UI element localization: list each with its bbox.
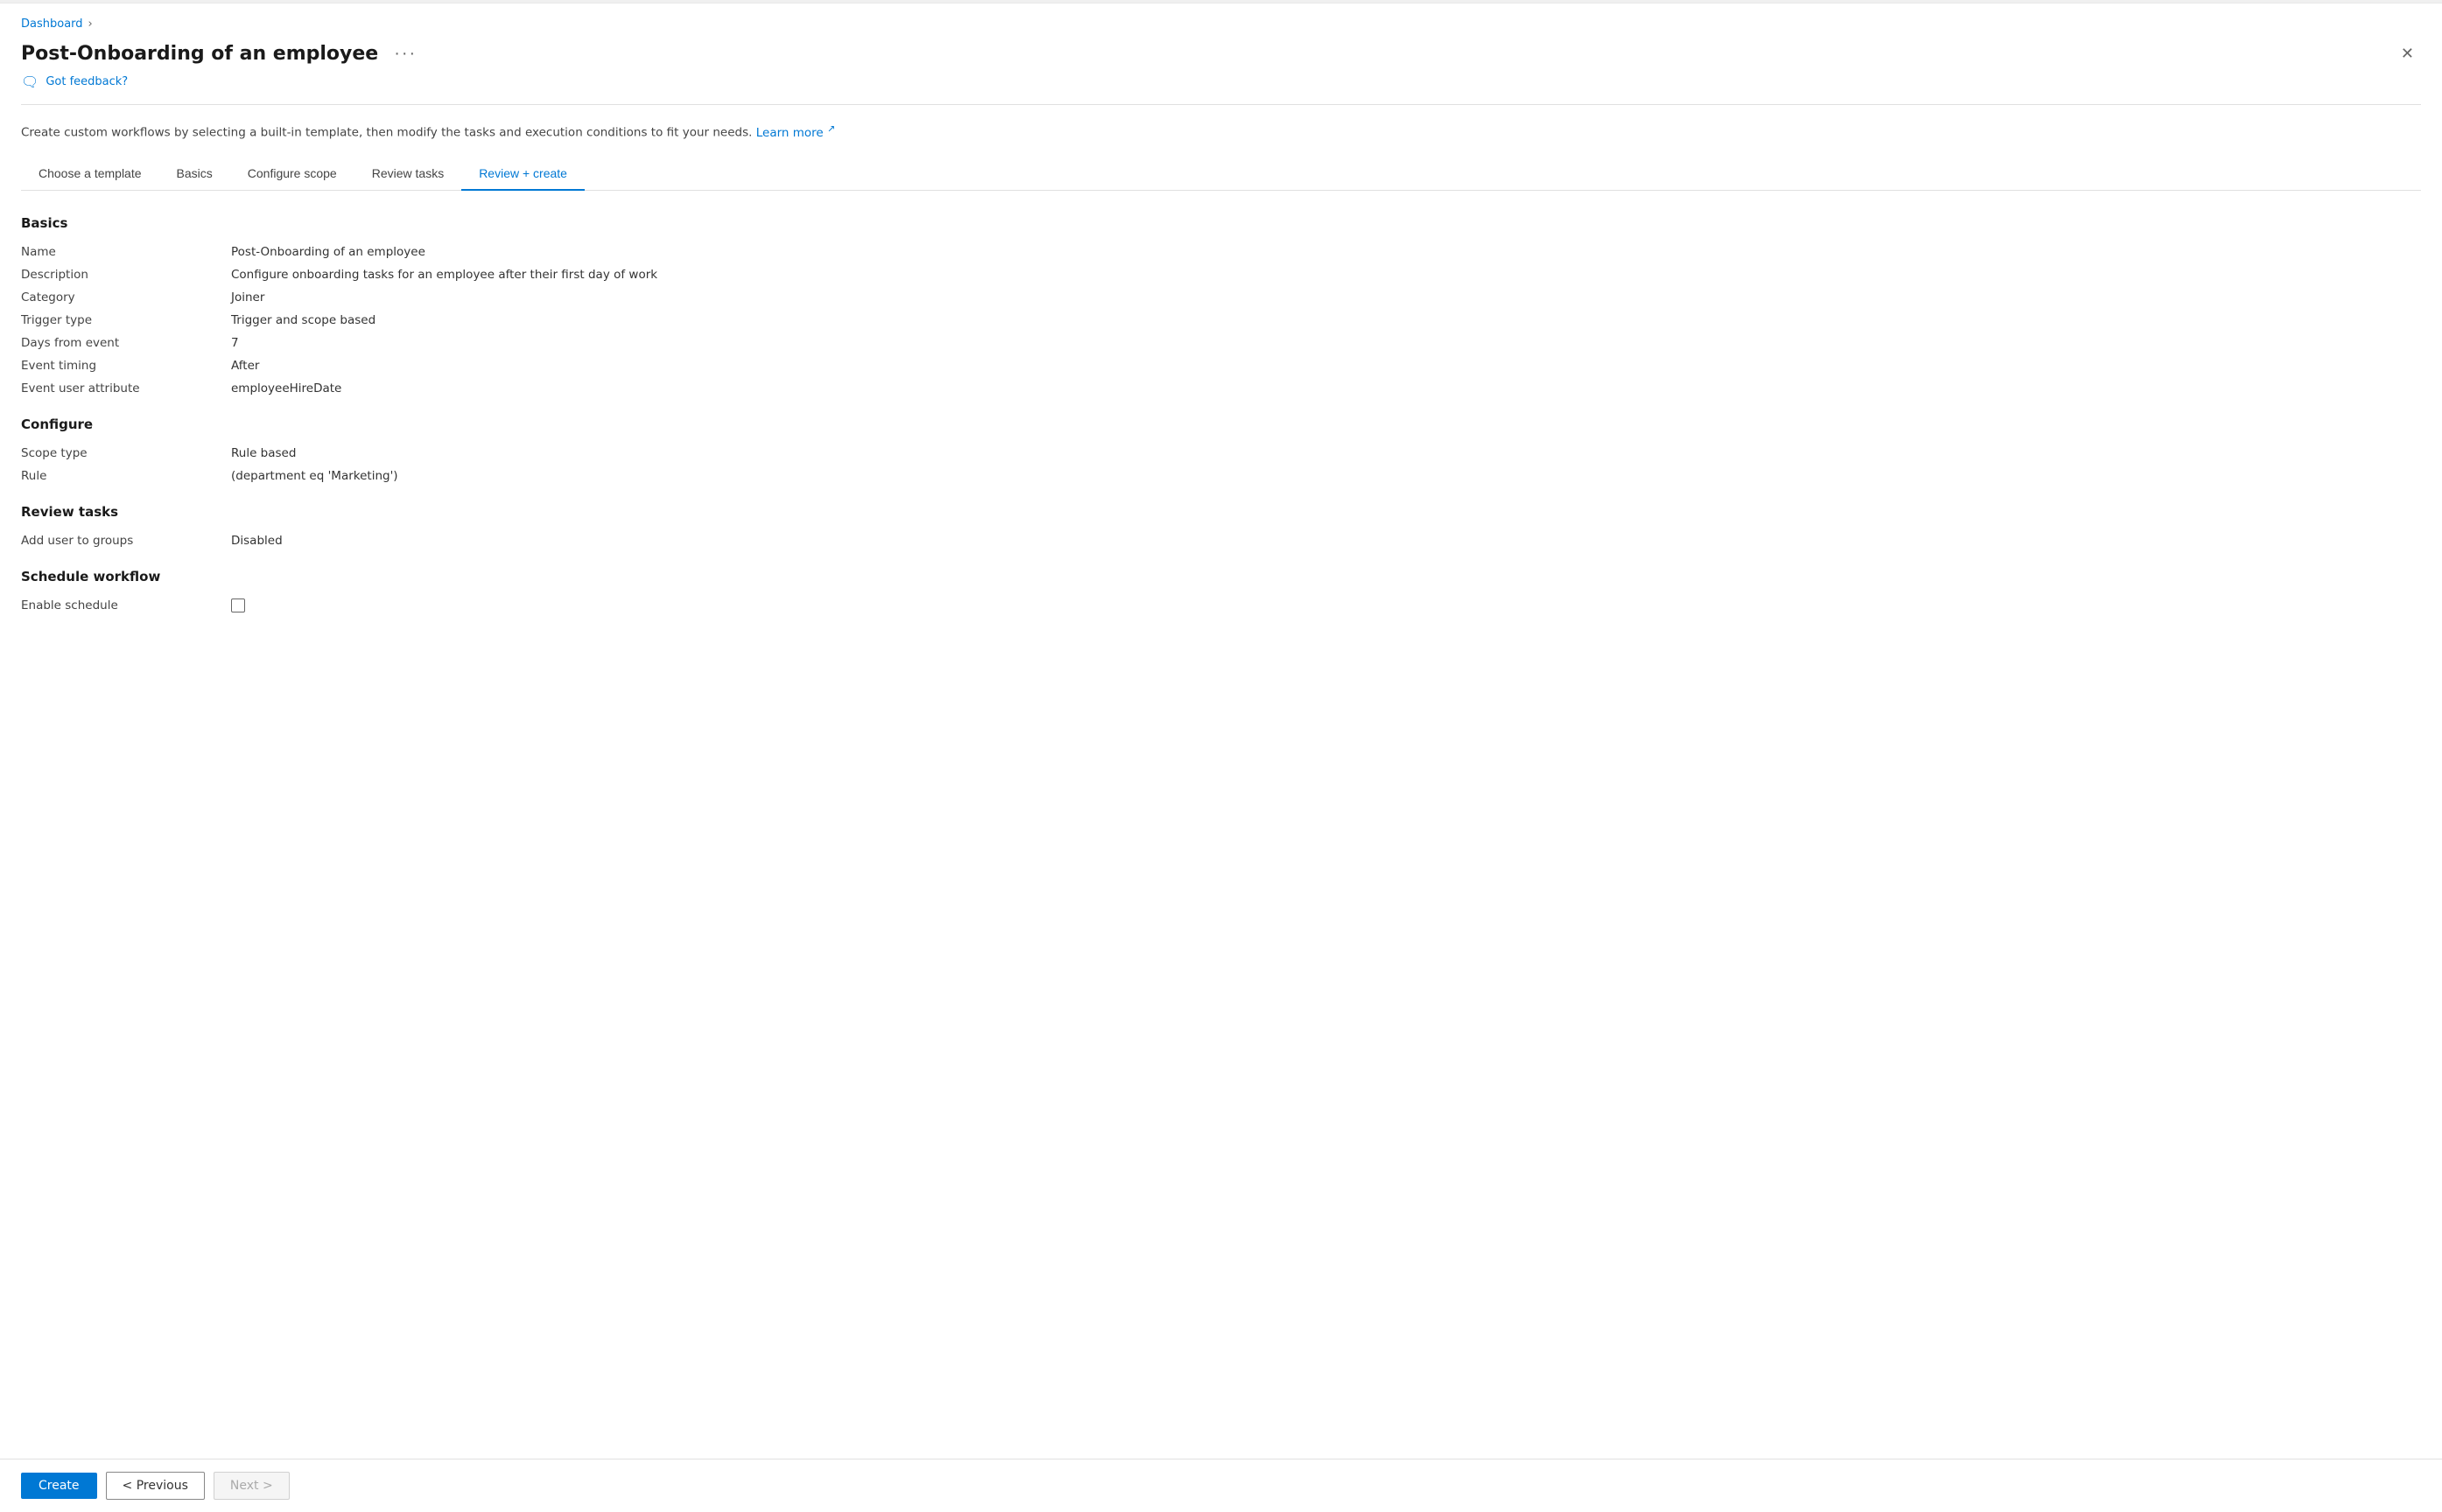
basics-section-title: Basics	[21, 215, 2421, 231]
next-button: Next >	[214, 1472, 290, 1500]
configure-section-title: Configure	[21, 416, 2421, 432]
field-row-scope-type: Scope type Rule based	[21, 446, 2421, 460]
field-row-enable-schedule: Enable schedule	[21, 598, 2421, 612]
field-row-event-timing: Event timing After	[21, 359, 2421, 373]
field-value-scope-type: Rule based	[231, 446, 2421, 460]
feedback-row[interactable]: 🗨 Got feedback?	[21, 74, 2421, 90]
tab-review-create[interactable]: Review + create	[461, 158, 585, 191]
breadcrumb: Dashboard ›	[21, 18, 2421, 31]
field-row-description: Description Configure onboarding tasks f…	[21, 268, 2421, 282]
field-label-scope-type: Scope type	[21, 446, 231, 460]
breadcrumb-separator: ›	[88, 18, 93, 31]
field-value-days-from-event: 7	[231, 336, 2421, 350]
field-row-trigger-type: Trigger type Trigger and scope based	[21, 313, 2421, 327]
tab-configure-scope[interactable]: Configure scope	[230, 158, 354, 191]
feedback-icon: 🗨	[21, 74, 39, 90]
field-value-description: Configure onboarding tasks for an employ…	[231, 268, 2421, 282]
enable-schedule-checkbox[interactable]	[231, 598, 245, 612]
previous-button[interactable]: < Previous	[106, 1472, 205, 1500]
field-row-event-user-attribute: Event user attribute employeeHireDate	[21, 382, 2421, 396]
tab-basics[interactable]: Basics	[159, 158, 230, 191]
field-label-event-user-attribute: Event user attribute	[21, 382, 231, 396]
field-value-trigger-type: Trigger and scope based	[231, 313, 2421, 327]
learn-more-link[interactable]: Learn more ↗	[756, 126, 836, 140]
header-divider	[21, 104, 2421, 105]
enable-schedule-checkbox-wrap	[231, 598, 245, 612]
field-row-days-from-event: Days from event 7	[21, 336, 2421, 350]
field-label-days-from-event: Days from event	[21, 336, 231, 350]
more-options-button[interactable]: ···	[389, 42, 422, 66]
description-text: Create custom workflows by selecting a b…	[21, 122, 2421, 140]
basics-section: Basics Name Post-Onboarding of an employ…	[21, 215, 2421, 396]
close-button[interactable]: ✕	[2394, 41, 2421, 66]
field-label-trigger-type: Trigger type	[21, 313, 231, 327]
field-label-category: Category	[21, 290, 231, 304]
breadcrumb-dashboard-link[interactable]: Dashboard	[21, 18, 83, 31]
field-value-category: Joiner	[231, 290, 2421, 304]
field-label-event-timing: Event timing	[21, 359, 231, 373]
field-label-add-user-to-groups: Add user to groups	[21, 534, 231, 548]
review-tasks-section: Review tasks Add user to groups Disabled	[21, 504, 2421, 548]
field-value-name: Post-Onboarding of an employee	[231, 245, 2421, 259]
configure-section: Configure Scope type Rule based Rule (de…	[21, 416, 2421, 483]
schedule-section: Schedule workflow Enable schedule	[21, 569, 2421, 612]
schedule-section-title: Schedule workflow	[21, 569, 2421, 584]
field-label-description: Description	[21, 268, 231, 282]
page-header: Post-Onboarding of an employee ··· ✕	[21, 41, 2421, 66]
field-label-rule: Rule	[21, 469, 231, 483]
footer: Create < Previous Next >	[0, 1459, 2442, 1512]
external-link-icon: ↗	[827, 122, 835, 134]
field-value-event-user-attribute: employeeHireDate	[231, 382, 2421, 396]
field-label-enable-schedule: Enable schedule	[21, 598, 231, 612]
feedback-label: Got feedback?	[46, 75, 128, 88]
field-value-rule: (department eq 'Marketing')	[231, 469, 2421, 483]
tab-choose-template[interactable]: Choose a template	[21, 158, 159, 191]
page-title: Post-Onboarding of an employee	[21, 43, 378, 65]
review-tasks-section-title: Review tasks	[21, 504, 2421, 520]
wizard-tabs: Choose a template Basics Configure scope…	[21, 158, 2421, 191]
field-row-add-user-to-groups: Add user to groups Disabled	[21, 534, 2421, 548]
field-row-category: Category Joiner	[21, 290, 2421, 304]
tab-review-tasks[interactable]: Review tasks	[354, 158, 461, 191]
create-button[interactable]: Create	[21, 1473, 97, 1499]
field-label-name: Name	[21, 245, 231, 259]
field-value-event-timing: After	[231, 359, 2421, 373]
field-row-rule: Rule (department eq 'Marketing')	[21, 469, 2421, 483]
field-row-name: Name Post-Onboarding of an employee	[21, 245, 2421, 259]
field-value-add-user-to-groups: Disabled	[231, 534, 2421, 548]
